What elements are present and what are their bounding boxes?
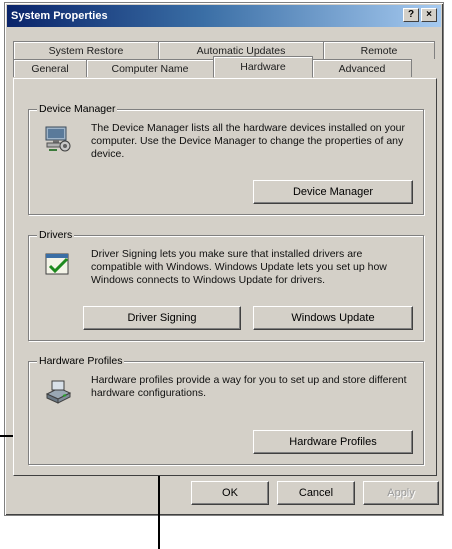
system-properties-window: System Properties ? × System Restore Aut… — [4, 2, 444, 516]
drivers-legend: Drivers — [37, 229, 75, 241]
device-manager-button[interactable]: Device Manager — [253, 180, 413, 204]
hardware-profiles-description: Hardware profiles provide a way for you … — [91, 374, 407, 399]
device-manager-group: Device Manager The Device Manager lists … — [28, 103, 424, 215]
device-manager-icon — [45, 126, 71, 152]
tab-hardware[interactable]: Hardware — [213, 56, 313, 78]
device-manager-legend: Device Manager — [37, 103, 118, 115]
drivers-description: Driver Signing lets you make sure that i… — [91, 248, 387, 286]
hardware-profiles-icon — [45, 380, 72, 404]
drivers-group: Drivers Driver Signing lets you make sur… — [28, 229, 424, 341]
hardware-profiles-group: Hardware Profiles Hardware profiles prov… — [28, 355, 424, 465]
hardware-profiles-legend: Hardware Profiles — [37, 355, 125, 367]
device-manager-description: The Device Manager lists all the hardwar… — [91, 122, 405, 160]
drivers-icon — [45, 253, 69, 275]
hardware-tab-panel: Device Manager The Device Manager lists … — [13, 78, 437, 476]
driver-signing-button[interactable]: Driver Signing — [83, 306, 241, 330]
windows-update-button[interactable]: Windows Update — [253, 306, 413, 330]
hardware-profiles-button[interactable]: Hardware Profiles — [253, 430, 413, 454]
